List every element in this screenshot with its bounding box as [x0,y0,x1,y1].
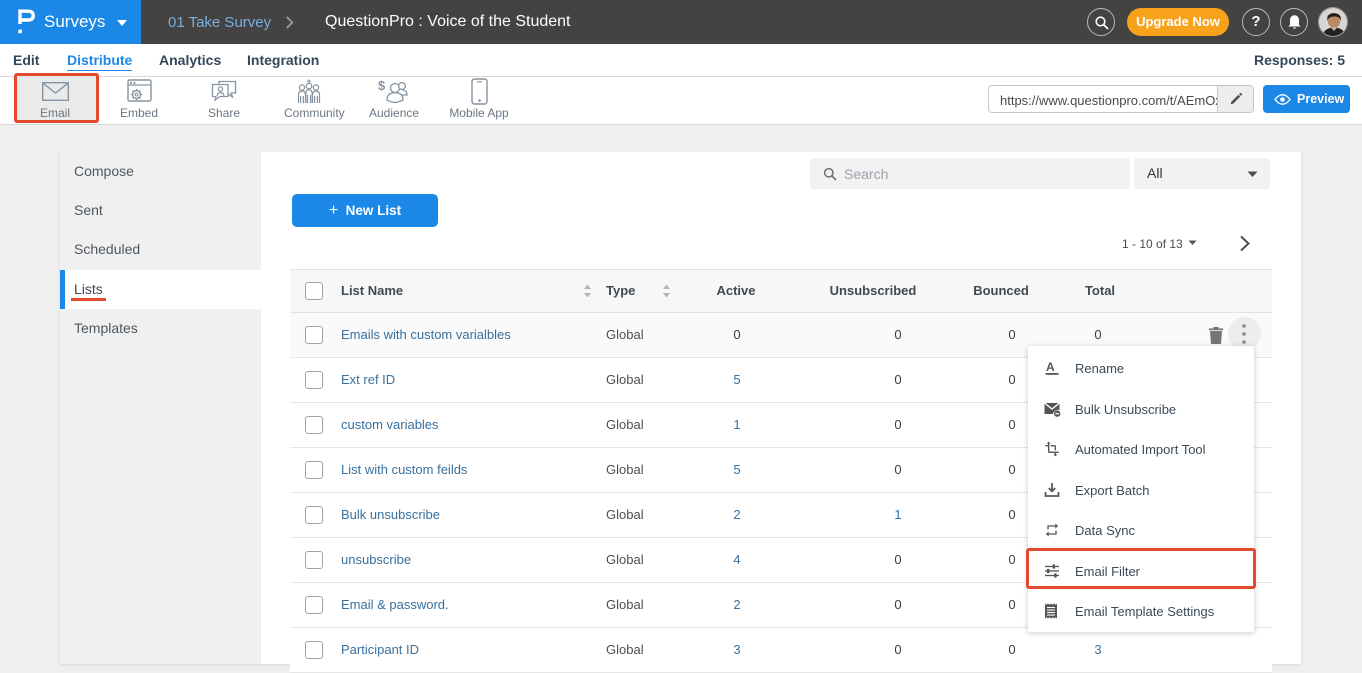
svg-text:$: $ [378,79,386,93]
svg-text:A: A [1046,360,1055,374]
